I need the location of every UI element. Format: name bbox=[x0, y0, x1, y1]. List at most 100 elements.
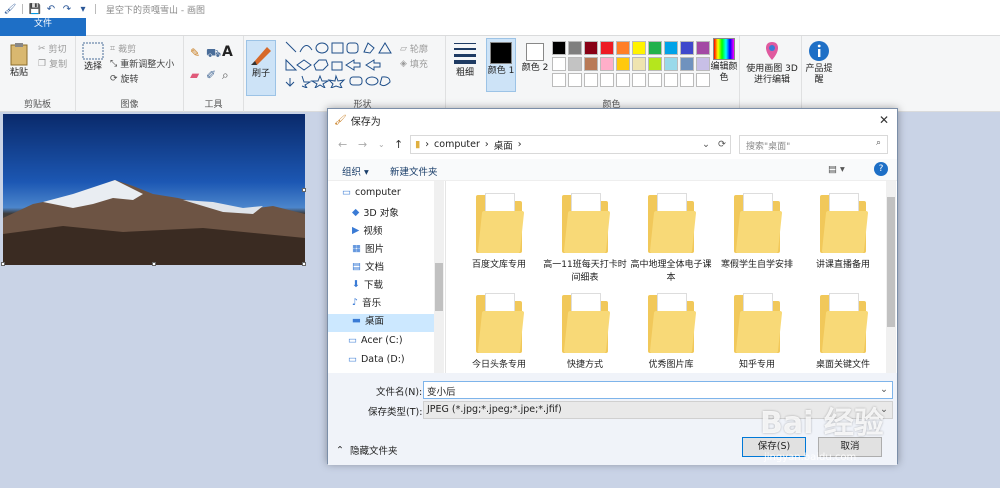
custom-color-swatch[interactable] bbox=[552, 73, 566, 87]
address-bar[interactable]: ▮ › computer › 桌面 › ⌄ ⟳ bbox=[410, 135, 731, 154]
chevron-down-icon[interactable]: ⌄ bbox=[880, 384, 888, 395]
color-swatch[interactable] bbox=[632, 41, 646, 55]
select-button[interactable]: 选择 bbox=[80, 42, 106, 73]
color-swatch[interactable] bbox=[680, 57, 694, 71]
nav-scrollbar[interactable] bbox=[434, 181, 444, 373]
custom-color-swatch[interactable] bbox=[696, 73, 710, 87]
breadcrumb-desktop[interactable]: 桌面 bbox=[494, 138, 513, 152]
folder-item[interactable]: 高中地理全体电子课本 bbox=[628, 193, 714, 285]
color-picker-icon[interactable]: ✐ bbox=[206, 68, 216, 82]
color-swatch[interactable] bbox=[632, 57, 646, 71]
save-icon[interactable]: 💾 bbox=[29, 3, 41, 15]
chevron-down-icon[interactable]: ⌄ bbox=[378, 140, 385, 149]
color-swatch[interactable] bbox=[680, 41, 694, 55]
color-swatch[interactable] bbox=[696, 41, 710, 55]
color-swatch[interactable] bbox=[648, 41, 662, 55]
fill-dropdown[interactable]: ◈ 填充 bbox=[400, 57, 428, 71]
custom-color-swatch[interactable] bbox=[568, 73, 582, 87]
close-icon[interactable]: ✕ bbox=[879, 113, 889, 127]
magnifier-icon[interactable]: ⌕ bbox=[222, 68, 229, 83]
resize-handle[interactable] bbox=[302, 262, 306, 266]
tree-item[interactable]: ▬ 桌面 bbox=[352, 313, 384, 328]
tree-item[interactable]: ▦ 图片 bbox=[352, 241, 384, 256]
color-swatch[interactable] bbox=[616, 41, 630, 55]
files-scrollbar[interactable] bbox=[886, 181, 896, 373]
resize-handle[interactable] bbox=[302, 188, 306, 192]
custom-color-swatch[interactable] bbox=[664, 73, 678, 87]
crop-button[interactable]: ⌗ 裁剪 bbox=[110, 42, 136, 56]
color-swatch[interactable] bbox=[552, 57, 566, 71]
resize-handle[interactable] bbox=[152, 262, 156, 266]
color-swatch[interactable] bbox=[568, 41, 582, 55]
files-scrollbar-thumb[interactable] bbox=[887, 197, 895, 327]
tree-item[interactable]: ▶ 视频 bbox=[352, 223, 382, 238]
color-swatch[interactable] bbox=[616, 57, 630, 71]
pencil-icon[interactable]: ✎ bbox=[190, 46, 200, 60]
folder-item[interactable]: 高一11班每天打卡时间细表 bbox=[542, 193, 628, 285]
redo-icon[interactable]: ↷ bbox=[61, 3, 73, 15]
organize-button[interactable]: 组织 ▾ bbox=[342, 164, 369, 178]
filename-input[interactable]: 变小后 ⌄ bbox=[423, 381, 893, 399]
color1-button[interactable]: 颜色 1 bbox=[486, 38, 516, 92]
search-input[interactable]: 搜索"桌面" ⌕ bbox=[739, 135, 888, 154]
nav-scrollbar-thumb[interactable] bbox=[435, 263, 443, 311]
cut-button[interactable]: ✂ 剪切 bbox=[38, 42, 67, 56]
color-swatch[interactable] bbox=[664, 41, 678, 55]
folder-item[interactable]: 百度文库专用 bbox=[456, 193, 542, 272]
view-options-icon[interactable]: ▤ ▾ bbox=[828, 164, 845, 175]
folder-item[interactable]: 今日头条专用 bbox=[456, 293, 542, 372]
tree-item[interactable]: ⬇ 下载 bbox=[352, 277, 383, 292]
brushes-button[interactable]: 刷子 bbox=[246, 40, 276, 96]
tab-file[interactable]: 文件 bbox=[0, 18, 86, 36]
product-alert-button[interactable]: 产品提醒 bbox=[804, 40, 834, 86]
forward-icon[interactable]: → bbox=[358, 138, 367, 151]
color2-button[interactable]: 颜色 2 bbox=[520, 38, 550, 74]
color-swatch[interactable] bbox=[600, 57, 614, 71]
custom-color-swatch[interactable] bbox=[632, 73, 646, 87]
custom-color-swatch[interactable] bbox=[584, 73, 598, 87]
help-icon[interactable]: ? bbox=[874, 162, 888, 176]
undo-icon[interactable]: ↶ bbox=[45, 3, 57, 15]
color-swatch[interactable] bbox=[648, 57, 662, 71]
fill-icon[interactable]: ⛟ bbox=[206, 46, 221, 62]
tree-item[interactable]: ▭ Acer (C:) bbox=[348, 335, 403, 346]
color-swatch[interactable] bbox=[584, 57, 598, 71]
customize-icon[interactable]: ▾ bbox=[77, 3, 89, 15]
tree-item[interactable]: ▤ 文档 bbox=[352, 259, 384, 274]
hide-folders-toggle[interactable]: ⌃ 隐藏文件夹 bbox=[336, 443, 397, 458]
text-icon[interactable]: A bbox=[222, 44, 233, 60]
folder-item[interactable]: 讲课直播备用 bbox=[800, 193, 886, 272]
canvas-image[interactable] bbox=[3, 114, 305, 265]
paste-button[interactable]: 粘贴 bbox=[6, 42, 32, 79]
paint3d-button[interactable]: 使用画图 3D 进行编辑 bbox=[744, 40, 800, 86]
folder-item[interactable]: 桌面关键文件 bbox=[800, 293, 886, 372]
outline-dropdown[interactable]: ▱ 轮廓 bbox=[400, 42, 428, 56]
folder-item[interactable]: 知乎专用 bbox=[714, 293, 800, 372]
custom-color-swatch[interactable] bbox=[600, 73, 614, 87]
custom-color-swatch[interactable] bbox=[616, 73, 630, 87]
shapes-gallery[interactable] bbox=[284, 40, 396, 88]
resize-handle[interactable] bbox=[1, 262, 5, 266]
folder-item[interactable]: 快捷方式 bbox=[542, 293, 628, 372]
resize-button[interactable]: ⤡ 重新调整大小 bbox=[110, 57, 174, 71]
color-swatch[interactable] bbox=[600, 41, 614, 55]
eraser-icon[interactable]: ▰ bbox=[190, 68, 199, 82]
color-swatch[interactable] bbox=[568, 57, 582, 71]
tree-item[interactable]: ▭ computer bbox=[342, 187, 401, 198]
edit-colors-button[interactable]: 编辑颜色 bbox=[710, 38, 738, 84]
tree-item[interactable]: ▭ Data (D:) bbox=[348, 354, 405, 365]
breadcrumb-computer[interactable]: computer bbox=[434, 139, 480, 150]
color-swatch[interactable] bbox=[696, 57, 710, 71]
back-icon[interactable]: ← bbox=[338, 138, 347, 151]
refresh-icon[interactable]: ⟳ bbox=[718, 139, 726, 150]
copy-button[interactable]: ❐ 复制 bbox=[38, 57, 67, 71]
tree-item[interactable]: ♪ 音乐 bbox=[352, 295, 381, 310]
new-folder-button[interactable]: 新建文件夹 bbox=[390, 164, 438, 178]
color-swatch[interactable] bbox=[664, 57, 678, 71]
chevron-down-icon[interactable]: ⌄ bbox=[702, 139, 710, 150]
up-icon[interactable]: ↑ bbox=[394, 138, 403, 151]
tree-item[interactable]: ◆ 3D 对象 bbox=[352, 205, 399, 220]
rotate-button[interactable]: ⟳ 旋转 bbox=[110, 72, 139, 86]
color-swatch[interactable] bbox=[552, 41, 566, 55]
folder-item[interactable]: 优秀图片库 bbox=[628, 293, 714, 372]
